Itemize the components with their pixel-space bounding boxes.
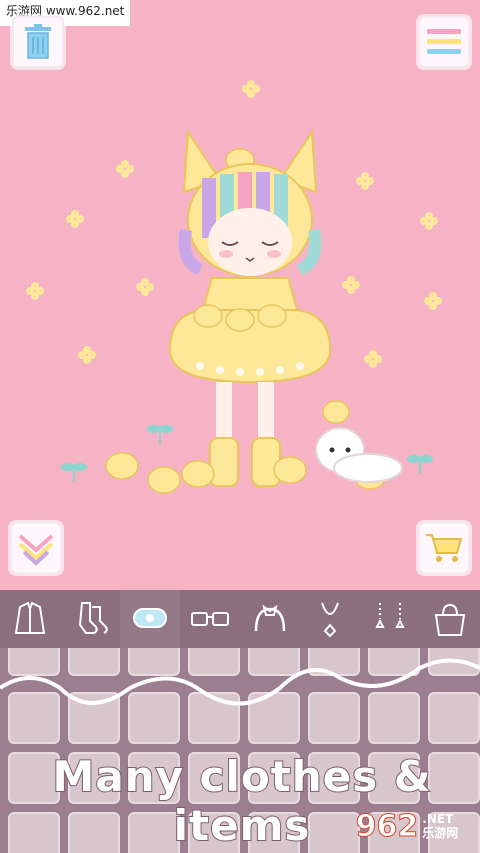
- item-slot[interactable]: [428, 648, 480, 676]
- item-slot[interactable]: [188, 692, 240, 744]
- item-slot[interactable]: [68, 692, 120, 744]
- menu-button[interactable]: [418, 16, 470, 68]
- sprout-icon: [407, 455, 433, 474]
- flower-icon: [78, 346, 96, 364]
- item-slot[interactable]: [68, 648, 120, 676]
- flower-icon: [420, 212, 438, 230]
- puppy-icon: [315, 400, 403, 483]
- trash-button[interactable]: [12, 16, 64, 68]
- tab-headband[interactable]: [240, 590, 300, 648]
- tab-socks[interactable]: [60, 590, 120, 648]
- collapse-button[interactable]: [10, 522, 62, 574]
- item-slot[interactable]: [8, 648, 60, 676]
- bag-icon: [434, 603, 466, 636]
- item-slot[interactable]: [368, 648, 420, 676]
- item-slot[interactable]: [308, 648, 360, 676]
- cart-icon: [426, 534, 463, 562]
- shop-button[interactable]: [418, 522, 470, 574]
- watermark-number: 962: [355, 808, 419, 844]
- tab-accessory[interactable]: [120, 590, 180, 648]
- tab-bag[interactable]: [420, 590, 480, 648]
- watermark-site: 乐游网: [422, 826, 459, 840]
- item-slot[interactable]: [128, 692, 180, 744]
- tab-glasses[interactable]: [180, 590, 240, 648]
- item-slot[interactable]: [188, 648, 240, 676]
- headband-icon: [254, 604, 286, 632]
- tab-earrings[interactable]: [360, 590, 420, 648]
- jacket-icon: [14, 601, 46, 634]
- item-slot[interactable]: [128, 648, 180, 676]
- category-tab-bar: [0, 590, 480, 648]
- item-slot[interactable]: [8, 692, 60, 744]
- flower-icon: [116, 160, 134, 178]
- earrings-icon: [375, 603, 405, 628]
- watermark-bottom: 962 .NET 乐游网: [338, 804, 476, 848]
- flower-icon: [424, 292, 442, 310]
- necklace-icon: [321, 602, 339, 638]
- socks-icon: [78, 602, 108, 634]
- item-slot[interactable]: [248, 692, 300, 744]
- flower-icon: [66, 210, 84, 228]
- tab-outerwear[interactable]: [0, 590, 60, 648]
- sprout-icon: [61, 463, 87, 482]
- hairclip-icon: [133, 608, 167, 628]
- chevron-down-icon: [18, 534, 54, 566]
- flower-icon: [26, 282, 44, 300]
- menu-icon: [427, 29, 461, 54]
- flower-icon: [364, 350, 382, 368]
- item-slot[interactable]: [428, 692, 480, 744]
- item-slot[interactable]: [368, 692, 420, 744]
- item-slot[interactable]: [248, 648, 300, 676]
- item-slot[interactable]: [308, 692, 360, 744]
- flower-icon: [242, 80, 260, 98]
- tab-necklace[interactable]: [300, 590, 360, 648]
- watermark-net: .NET: [422, 812, 454, 826]
- glasses-icon: [191, 612, 229, 626]
- trash-icon: [25, 24, 51, 59]
